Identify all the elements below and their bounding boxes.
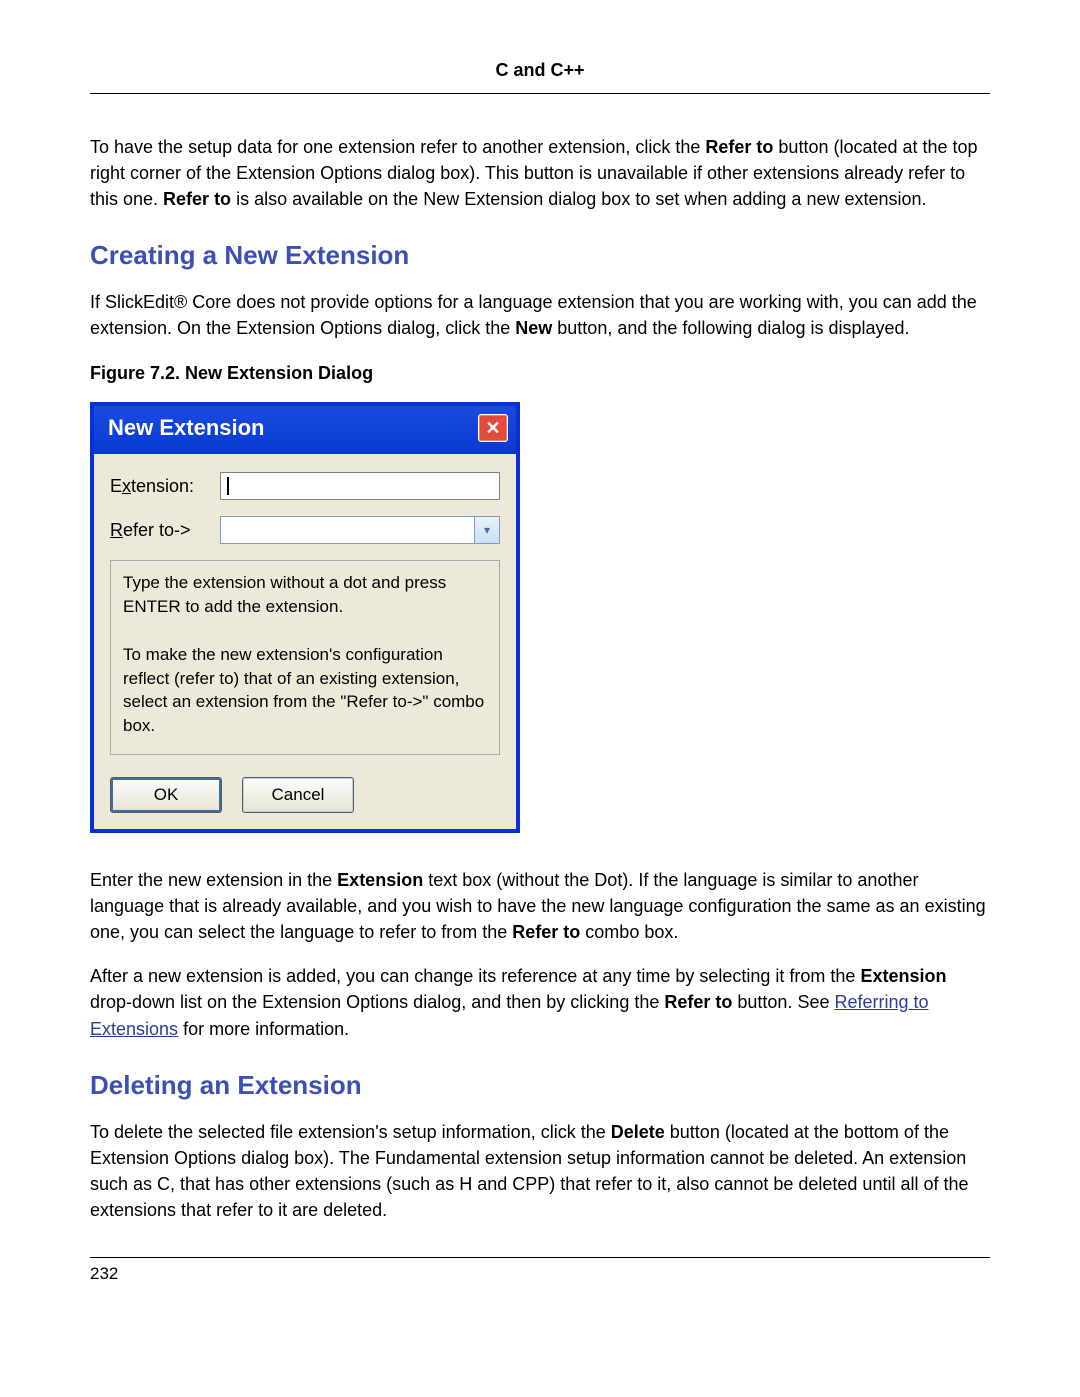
- dialog-button-row: OK Cancel: [110, 777, 500, 813]
- text: After a new extension is added, you can …: [90, 966, 860, 986]
- dialog-body: Extension: Refer to-> ▾ Type the extensi…: [94, 454, 516, 829]
- accelerator: R: [110, 520, 123, 540]
- text: button. See: [737, 992, 834, 1012]
- text-cursor: [227, 477, 229, 495]
- footer-rule: [90, 1257, 990, 1258]
- cancel-button[interactable]: Cancel: [242, 777, 354, 813]
- create-paragraph: If SlickEdit® Core does not provide opti…: [90, 289, 990, 341]
- extension-label: Extension:: [110, 476, 220, 497]
- page-number: 232: [90, 1264, 990, 1284]
- ok-button[interactable]: OK: [110, 777, 222, 813]
- text: is also available on the New Extension d…: [236, 189, 926, 209]
- refer-to-bold: Refer to: [664, 992, 732, 1012]
- heading-create-extension: Creating a New Extension: [90, 240, 990, 271]
- accelerator: x: [122, 476, 131, 496]
- dialog-title-text: New Extension: [108, 415, 264, 441]
- heading-delete-extension: Deleting an Extension: [90, 1070, 990, 1101]
- page-header-title: C and C++: [90, 60, 990, 93]
- refer-label: Refer to->: [110, 520, 220, 541]
- after-paragraph-2: After a new extension is added, you can …: [90, 963, 990, 1041]
- cancel-label: Cancel: [272, 785, 325, 805]
- refer-row: Refer to-> ▾: [110, 516, 500, 544]
- delete-bold: Delete: [611, 1122, 665, 1142]
- extension-bold: Extension: [860, 966, 946, 986]
- text: E: [110, 476, 122, 496]
- header-rule: [90, 93, 990, 94]
- page-content: C and C++ To have the setup data for one…: [0, 0, 1080, 1284]
- extension-bold: Extension: [337, 870, 423, 890]
- dialog-help-box: Type the extension without a dot and pre…: [110, 560, 500, 755]
- text: for more information.: [183, 1019, 349, 1039]
- text: To delete the selected file extension's …: [90, 1122, 611, 1142]
- text: To have the setup data for one extension…: [90, 137, 705, 157]
- ok-label: OK: [154, 785, 179, 805]
- new-bold: New: [515, 318, 552, 338]
- refer-to-bold: Refer to: [163, 189, 231, 209]
- refer-to-bold: Refer to: [512, 922, 580, 942]
- text: button, and the following dialog is disp…: [557, 318, 909, 338]
- delete-paragraph: To delete the selected file extension's …: [90, 1119, 990, 1223]
- text: Enter the new extension in the: [90, 870, 337, 890]
- dialog-titlebar[interactable]: New Extension ✕: [94, 406, 516, 454]
- refer-to-bold: Refer to: [705, 137, 773, 157]
- text: combo box.: [585, 922, 678, 942]
- text: tension:: [131, 476, 194, 496]
- refer-combo[interactable]: ▾: [220, 516, 500, 544]
- after-paragraph-1: Enter the new extension in the Extension…: [90, 867, 990, 945]
- dialog-help-line1: Type the extension without a dot and pre…: [123, 571, 487, 619]
- close-icon[interactable]: ✕: [478, 414, 508, 442]
- intro-paragraph: To have the setup data for one extension…: [90, 134, 990, 212]
- text: efer to->: [123, 520, 191, 540]
- refer-combo-input[interactable]: [220, 516, 474, 544]
- dialog-help-line2: To make the new extension's configuratio…: [123, 643, 487, 738]
- extension-input[interactable]: [220, 472, 500, 500]
- figure-caption: Figure 7.2. New Extension Dialog: [90, 363, 990, 384]
- chevron-down-icon[interactable]: ▾: [474, 516, 500, 544]
- text: drop-down list on the Extension Options …: [90, 992, 664, 1012]
- extension-row: Extension:: [110, 472, 500, 500]
- new-extension-dialog: New Extension ✕ Extension: Refer to-> ▾: [90, 402, 520, 833]
